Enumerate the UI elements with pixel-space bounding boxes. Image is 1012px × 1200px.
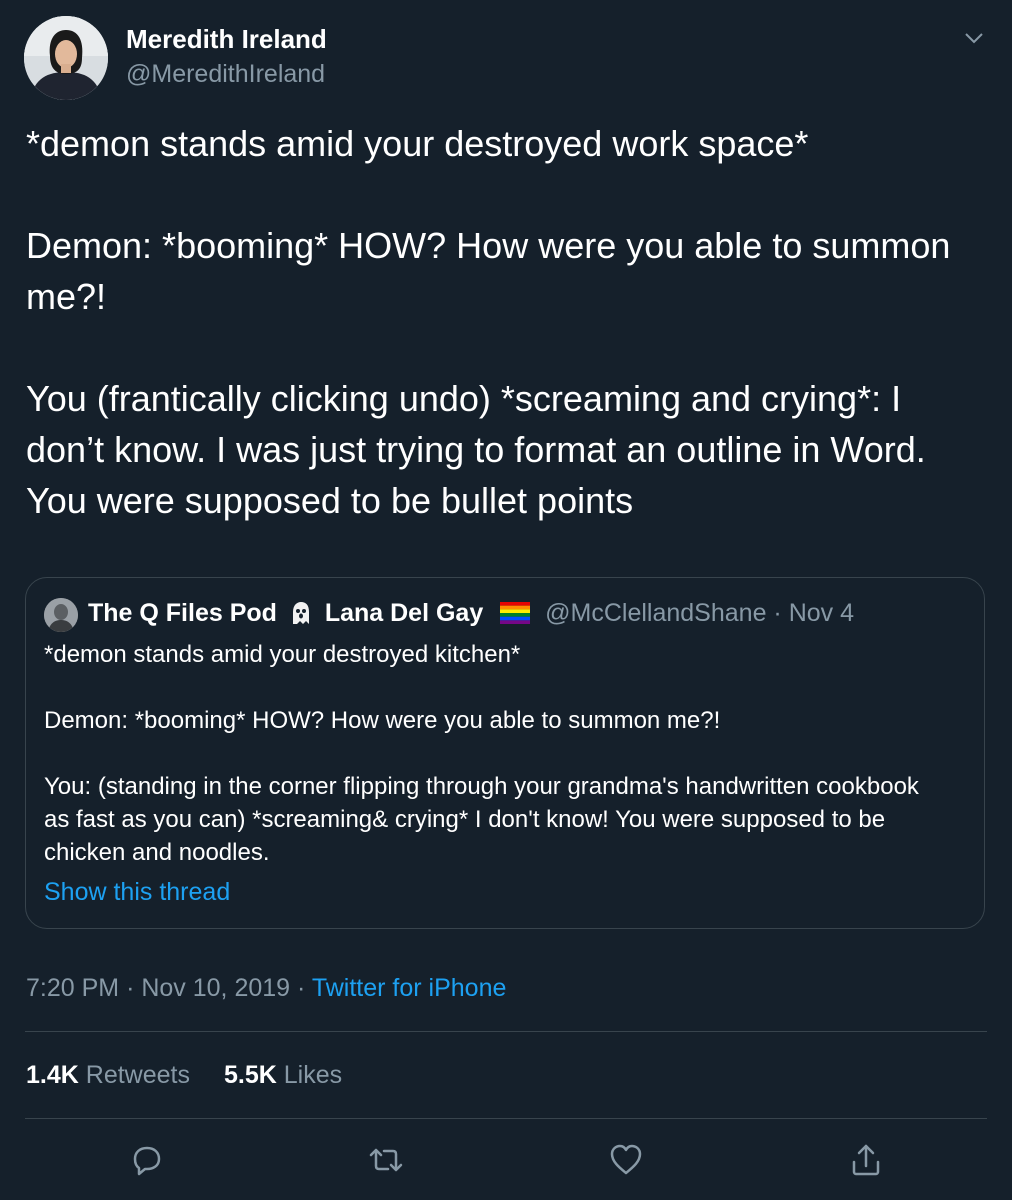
- share-icon[interactable]: [846, 1140, 886, 1180]
- quoted-separator: ·: [773, 599, 789, 627]
- quoted-header: The Q Files Pod Lana Del Gay @McClelland…: [88, 596, 854, 630]
- author-name[interactable]: Meredith Ireland: [126, 24, 327, 55]
- divider: [25, 1031, 987, 1032]
- divider: [25, 1118, 987, 1119]
- heart-icon[interactable]: [606, 1140, 646, 1180]
- rainbow-flag-emoji: [500, 602, 531, 624]
- retweets-stat[interactable]: 1.4K Retweets: [26, 1061, 190, 1089]
- ghost-emoji: [292, 602, 309, 624]
- chevron-down-icon[interactable]: [962, 26, 986, 50]
- meta-separator: ·: [126, 974, 142, 1002]
- quoted-date: Nov 4: [788, 599, 855, 627]
- quoted-text: *demon stands amid your destroyed kitche…: [44, 641, 919, 866]
- likes-stat[interactable]: 5.5K Likes: [224, 1061, 342, 1089]
- quoted-tweet[interactable]: The Q Files Pod Lana Del Gay @McClelland…: [25, 577, 985, 929]
- author-handle[interactable]: @MeredithIreland: [126, 60, 325, 89]
- meta-separator: ·: [297, 974, 312, 1002]
- author-avatar[interactable]: [24, 16, 108, 100]
- tweet-date[interactable]: Nov 10, 2019: [141, 974, 290, 1002]
- tweet-source[interactable]: Twitter for iPhone: [312, 974, 507, 1002]
- retweets-label: Retweets: [85, 1061, 190, 1089]
- tweet-time[interactable]: 7:20 PM: [26, 974, 119, 1002]
- quoted-handle: @McClellandShane: [545, 599, 767, 627]
- reply-icon[interactable]: [127, 1140, 167, 1180]
- show-thread-link[interactable]: Show this thread: [44, 878, 230, 907]
- likes-label: Likes: [283, 1061, 343, 1089]
- tweet-stats: 1.4K Retweets 5.5K Likes: [26, 1061, 342, 1090]
- retweet-icon[interactable]: [366, 1140, 406, 1180]
- quoted-name-part1: The Q Files Pod: [88, 599, 277, 627]
- likes-count: 5.5K: [223, 1061, 277, 1089]
- quoted-avatar: [44, 598, 78, 632]
- quoted-name-part2: Lana Del Gay: [324, 599, 484, 627]
- retweets-count: 1.4K: [26, 1061, 79, 1089]
- tweet-meta: 7:20 PM · Nov 10, 2019 · Twitter for iPh…: [26, 974, 506, 1003]
- tweet-text: *demon stands amid your destroyed work s…: [26, 123, 951, 521]
